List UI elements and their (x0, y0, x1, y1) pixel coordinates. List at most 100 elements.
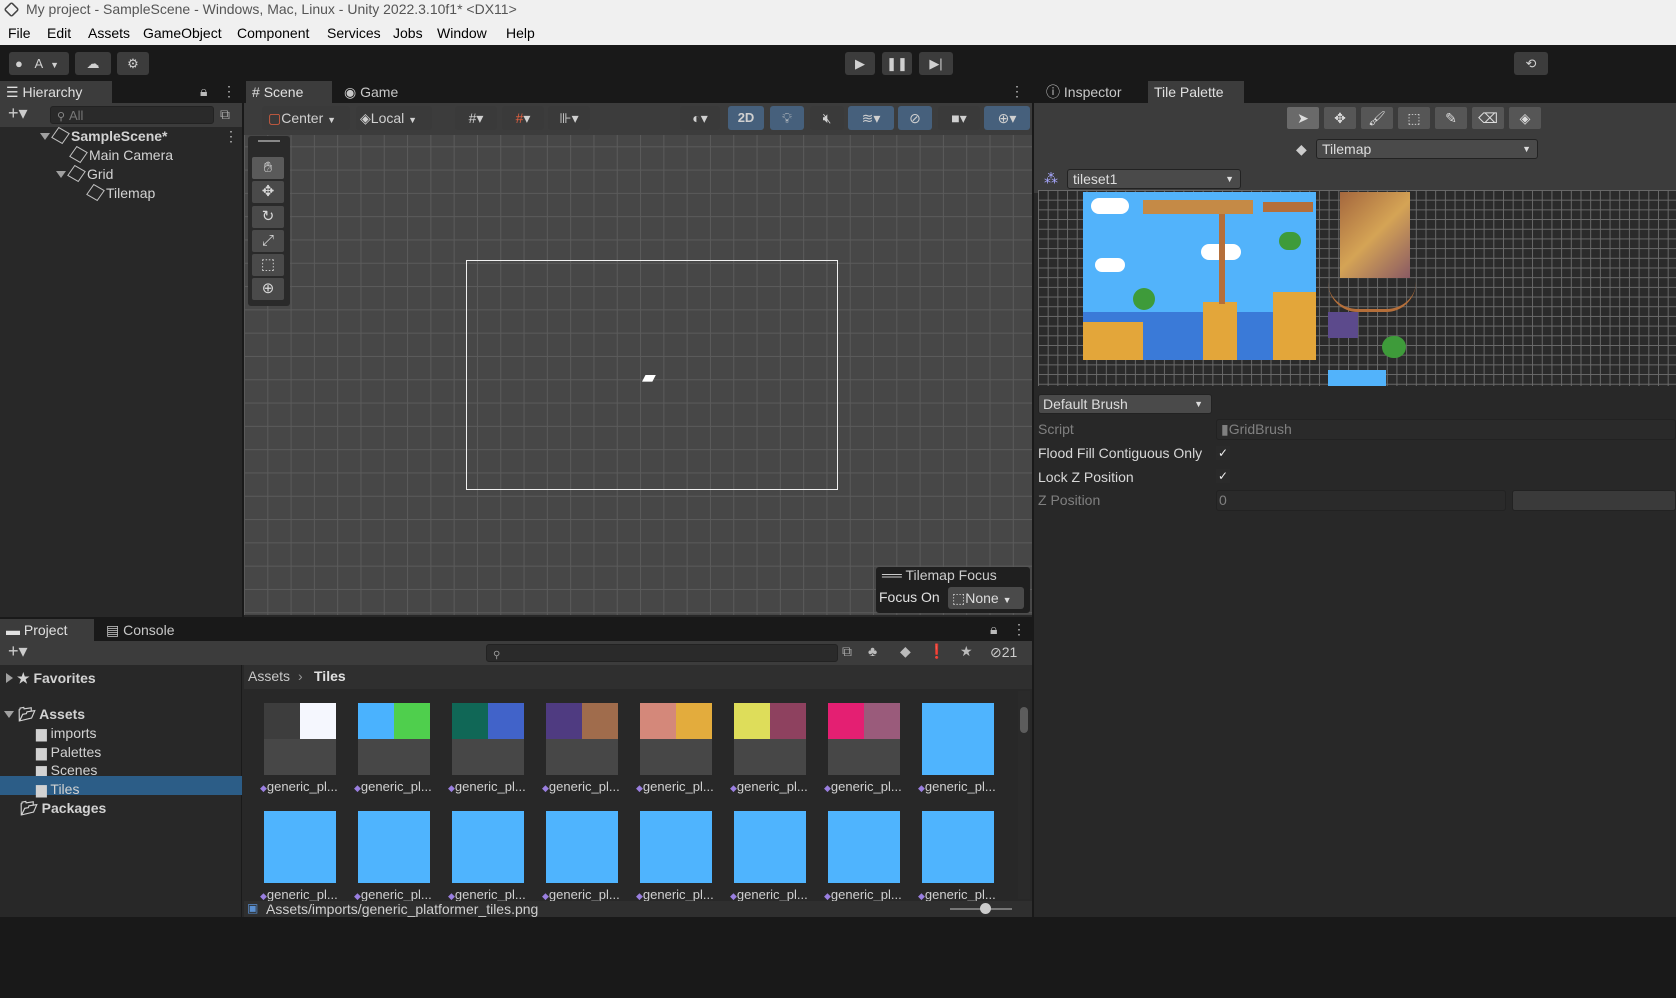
tile-asset-item[interactable]: ◆generic_pl... (446, 811, 526, 901)
assets-folder[interactable]: 📂︎ Assets (4, 706, 85, 723)
tile-asset-item[interactable]: ◆generic_pl... (634, 703, 714, 799)
folder-palettes[interactable]: ▆ Palettes (36, 744, 101, 761)
move-tool-button[interactable]: ✥ (252, 181, 284, 203)
add-icon[interactable]: +▾ (8, 103, 28, 124)
tile-asset-item[interactable]: ◆generic_pl... (728, 811, 808, 901)
expand-arrow-icon[interactable] (6, 673, 13, 683)
scale-tool-button[interactable]: ⤢ (252, 230, 284, 252)
filter-type-icon[interactable]: ♣ (868, 643, 877, 659)
hierarchy-item-tilemap[interactable]: Tilemap (86, 183, 155, 202)
label-icon[interactable]: ◆ (900, 643, 911, 660)
tile-asset-item[interactable]: ◆generic_pl... (822, 703, 902, 799)
move-tool-button[interactable]: ✥ (1324, 107, 1356, 129)
grid-toggle-button[interactable]: #▾ (502, 106, 544, 130)
menu-component[interactable]: Component (237, 25, 309, 41)
focus-on-dropdown[interactable]: ⬚None ▼ (948, 587, 1024, 609)
add-icon[interactable]: +▾ (8, 641, 28, 662)
audio-button[interactable]: 🔇︎ (810, 106, 844, 130)
menu-edit[interactable]: Edit (47, 25, 71, 41)
lock-icon[interactable]: 🔒︎ (990, 621, 997, 638)
packages-folder[interactable]: 📂︎ Packages (20, 800, 106, 817)
tile-asset-item[interactable]: ◆generic_pl... (634, 811, 714, 901)
menu-help[interactable]: Help (506, 25, 535, 41)
tile-asset-item[interactable]: ◆generic_pl... (540, 811, 620, 901)
hierarchy-item-grid[interactable]: Grid (56, 164, 113, 183)
grid-snap-button[interactable]: #▾ (455, 106, 497, 130)
account-dropdown[interactable]: ● A ▼ (9, 52, 69, 75)
tile-asset-item[interactable]: ◆generic_pl... (540, 703, 620, 799)
scene-menu-icon[interactable]: ⋮ (224, 128, 238, 145)
lock-icon[interactable]: 🔒︎ (200, 83, 207, 100)
2d-toggle-button[interactable]: 2D (728, 106, 764, 130)
space-dropdown[interactable]: ◈Local ▼ (356, 106, 432, 130)
menu-gameobject[interactable]: GameObject (143, 25, 222, 41)
z-position-input[interactable]: 0 (1216, 490, 1506, 511)
picker-tool-button[interactable]: ✎ (1435, 107, 1467, 129)
scrollbar-thumb[interactable] (1020, 707, 1028, 733)
tile-asset-item[interactable]: ◆generic_pl... (728, 703, 808, 799)
erase-tool-button[interactable]: ⌫ (1472, 107, 1504, 129)
expand-arrow-icon[interactable] (40, 133, 50, 140)
more-menu-icon[interactable]: ⋮ (1010, 83, 1024, 100)
reset-z-button[interactable] (1512, 490, 1676, 511)
hand-tool-button[interactable]: ✋︎ (252, 157, 284, 179)
hidden-packages-toggle[interactable]: ⊘21 (990, 644, 1017, 661)
search-mode-icon[interactable]: ⧉ (842, 643, 852, 660)
tile-asset-item[interactable]: ◆generic_pl... (822, 811, 902, 901)
active-tilemap-dropdown[interactable]: Tilemap ▼ (1316, 139, 1538, 159)
fill-tool-button[interactable]: ◈ (1509, 107, 1541, 129)
palette-grid[interactable] (1038, 190, 1676, 386)
lighting-button[interactable]: 💡︎ (770, 106, 804, 130)
tile-asset-item[interactable]: ◆generic_pl... (258, 703, 338, 799)
tileset-ruins-tiles[interactable] (1340, 192, 1410, 278)
star-icon[interactable]: ★ (960, 643, 973, 660)
expand-arrow-icon[interactable] (56, 171, 66, 178)
effects-button[interactable]: ≋▾ (848, 106, 894, 130)
step-button[interactable]: ▶| (919, 52, 953, 75)
tab-inspector[interactable]: ⓘ Inspector (1040, 81, 1144, 103)
menu-jobs[interactable]: Jobs (393, 25, 423, 41)
slider-thumb[interactable] (980, 903, 991, 914)
tab-console[interactable]: ▤ Console (100, 619, 190, 641)
tile-asset-item[interactable]: ◆generic_pl... (258, 811, 338, 901)
tab-hierarchy[interactable]: ☰ Hierarchy (0, 81, 112, 103)
pivot-dropdown[interactable]: ▢Center ▼ (262, 106, 350, 130)
drag-handle-icon[interactable] (258, 140, 280, 142)
expand-arrow-icon[interactable] (4, 711, 14, 718)
scene-root-item[interactable]: SampleScene* (40, 126, 168, 145)
menu-assets[interactable]: Assets (88, 25, 130, 41)
palette-dropdown[interactable]: tileset1 ▼ (1067, 169, 1241, 189)
hierarchy-search-input[interactable]: ⚲ All (50, 106, 214, 124)
menu-file[interactable]: File (8, 25, 31, 41)
menu-services[interactable]: Services (327, 25, 381, 41)
folder-tiles[interactable]: ▆ Tiles (36, 781, 79, 798)
shading-mode-button[interactable]: ◐▾ (680, 106, 720, 130)
menu-window[interactable]: Window (437, 25, 487, 41)
more-menu-icon[interactable]: ⋮ (222, 83, 236, 100)
rotate-tool-button[interactable]: ↻ (252, 206, 284, 228)
cloud-button[interactable]: ☁ (75, 52, 111, 75)
select-tool-button[interactable]: ➤ (1287, 107, 1319, 129)
flood-fill-checkbox[interactable]: ✓ (1216, 446, 1230, 460)
folder-imports[interactable]: ▆ imports (36, 725, 97, 742)
increment-snap-button[interactable]: ⊪▾ (548, 106, 590, 130)
camera-gizmo-icon[interactable]: ▰ (642, 367, 656, 388)
tab-scene[interactable]: # Scene (246, 81, 332, 103)
box-fill-tool-button[interactable]: ⬚ (1398, 107, 1430, 129)
play-button[interactable]: ▶ (845, 52, 875, 75)
tileset-sky-tiles[interactable] (1083, 192, 1316, 360)
lock-z-checkbox[interactable]: ✓ (1216, 469, 1230, 483)
rect-tool-button[interactable]: ⬚ (252, 254, 284, 276)
transform-tool-button[interactable]: ⊕ (252, 278, 284, 300)
project-search-input[interactable]: ⚲ (486, 644, 838, 662)
camera-button[interactable]: ■▾ (938, 106, 980, 130)
warning-icon[interactable]: ❗ (928, 643, 945, 660)
gizmos-button[interactable]: ⊕▾ (984, 106, 1030, 130)
asset-scrollbar[interactable] (1018, 691, 1030, 899)
tile-asset-item[interactable]: ◆generic_pl... (916, 811, 996, 901)
favorites-item[interactable]: ★ Favorites (6, 670, 96, 687)
brush-dropdown[interactable]: Default Brush ▼ (1038, 394, 1212, 414)
tile-asset-item[interactable]: ◆generic_pl... (916, 703, 996, 799)
visibility-button[interactable]: ⊘ (898, 106, 932, 130)
breadcrumb-assets[interactable]: Assets (248, 668, 290, 684)
